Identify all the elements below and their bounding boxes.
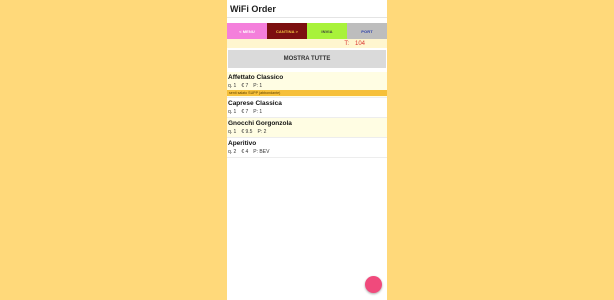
tab-menu[interactable]: < MENU: [227, 23, 267, 39]
list-item[interactable]: Affettato Classico q. 1 € 7 P: 1 senti s…: [227, 72, 387, 98]
item-p: P: 2: [257, 129, 267, 135]
item-detail: q. 1 € 7 P: 1: [228, 108, 386, 116]
item-name: Gnocchi Gorgonzola: [228, 120, 292, 127]
item-detail: q. 2 € 4 P: BEV: [228, 148, 386, 156]
tab-invia[interactable]: INVIA: [307, 23, 347, 39]
total-value: 104: [354, 40, 365, 47]
app-bar: WiFi Order: [227, 0, 387, 18]
item-qty: q. 1: [228, 83, 237, 89]
phone-screen: WiFi Order < MENU CANTINA > INVIA PORT T…: [227, 0, 387, 300]
item-price: € 9.5: [241, 129, 253, 135]
item-qty: q. 1: [228, 109, 237, 115]
item-price: € 7: [241, 83, 249, 89]
item-note: senti salato SUPP (abbondante): [227, 90, 387, 96]
app-title: WiFi Order: [230, 3, 276, 14]
item-name: Aperitivo: [228, 140, 257, 147]
tab-cantina[interactable]: CANTINA >: [267, 23, 307, 39]
item-name: Caprese Classica: [228, 100, 282, 107]
list-item[interactable]: Gnocchi Gorgonzola q. 1 € 9.5 P: 2: [227, 118, 387, 138]
item-p: P: BEV: [253, 149, 270, 155]
list-item[interactable]: Aperitivo q. 2 € 4 P: BEV: [227, 138, 387, 158]
tab-port[interactable]: PORT: [347, 23, 387, 39]
item-detail: q. 1 € 7 P: 1: [228, 82, 386, 90]
item-qty: q. 1: [228, 129, 237, 135]
item-p: P: 1: [253, 109, 263, 115]
add-fab-button[interactable]: [365, 276, 382, 293]
total-label: T:: [344, 40, 349, 47]
item-price: € 4: [241, 149, 249, 155]
item-name: Affettato Classico: [228, 74, 284, 81]
order-list: Affettato Classico q. 1 € 7 P: 1 senti s…: [227, 72, 387, 158]
tab-bar: < MENU CANTINA > INVIA PORT: [227, 23, 387, 39]
item-detail: q. 1 € 9.5 P: 2: [228, 128, 386, 136]
item-p: P: 1: [253, 83, 263, 89]
show-all-button[interactable]: MOSTRA TUTTE: [228, 50, 386, 68]
item-qty: q. 2: [228, 149, 237, 155]
list-item[interactable]: Caprese Classica q. 1 € 7 P: 1: [227, 98, 387, 118]
item-price: € 7: [241, 109, 249, 115]
total-row: T: 104: [227, 39, 387, 48]
